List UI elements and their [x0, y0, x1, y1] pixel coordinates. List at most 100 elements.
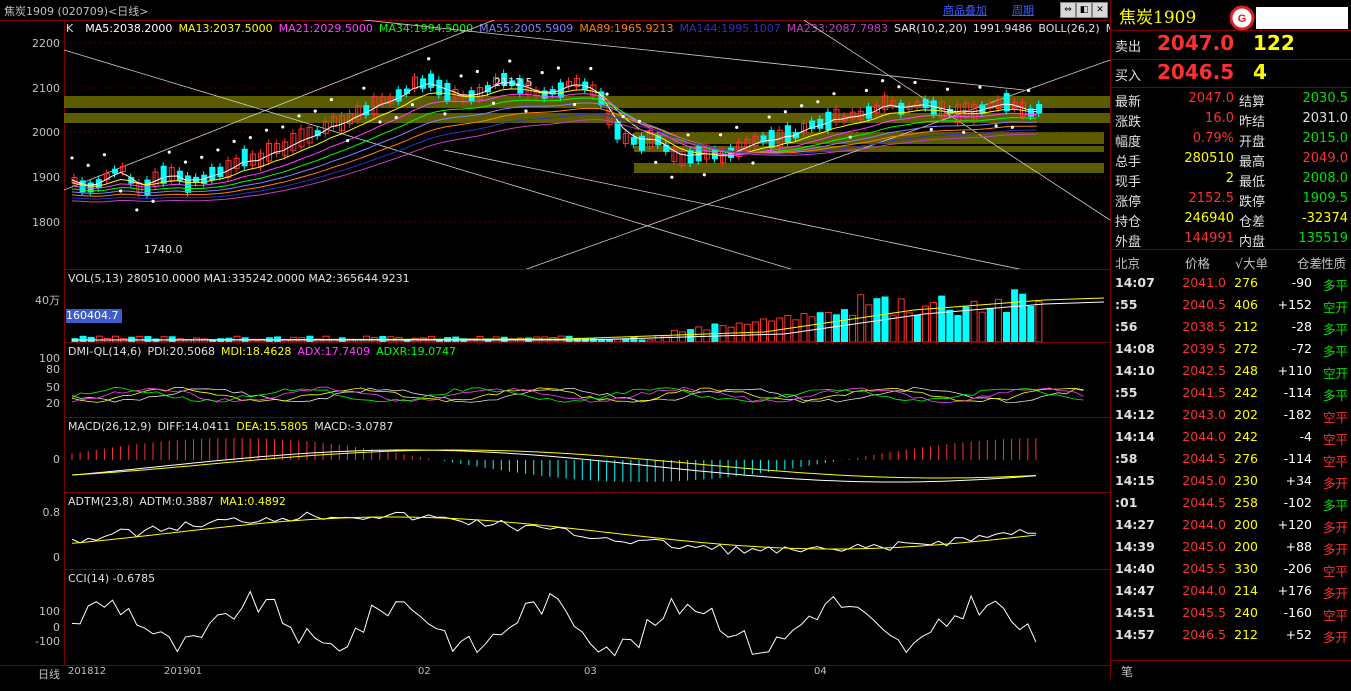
table-cell: 空平: [1322, 564, 1348, 579]
volume-bar: [970, 300, 978, 342]
volume-bar: [614, 338, 622, 342]
table-cell: -4: [1299, 429, 1312, 444]
minimize-icon[interactable]: ◧: [1076, 2, 1092, 18]
table-cell: 200: [1234, 539, 1258, 554]
quote-field: 总手: [1115, 155, 1142, 170]
table-cell: 240: [1234, 605, 1258, 620]
bid-volume: 4: [1253, 60, 1267, 84]
table-row: 14:10 2042.5 248 +110 空开: [1111, 360, 1351, 382]
volume-bar: [978, 311, 986, 342]
quote-row: 外盘 144991 内盘 135519: [1111, 229, 1351, 250]
table-cell: 2042.5: [1182, 363, 1226, 378]
ytick: -100: [35, 635, 60, 648]
low-annotation: 1740.0: [144, 243, 183, 256]
candle-body: [444, 82, 451, 101]
table-cell: 空开: [1322, 300, 1348, 315]
quote-field: -32374: [1301, 211, 1348, 226]
quote-field: 昨结: [1239, 115, 1266, 130]
quote-row: 涨跌 16.0 昨结 2031.0: [1111, 109, 1351, 130]
period-button[interactable]: 周期: [1012, 2, 1034, 18]
table-row: 14:57 2046.5 212 +52 多开: [1111, 624, 1351, 646]
candle-body: [112, 168, 119, 174]
table-cell: 14:57: [1115, 627, 1155, 642]
sar-dot: [119, 189, 123, 193]
price-pane[interactable]: K MA5:2038.2000 MA13:2037.5000 MA21:2029.50…: [64, 20, 1115, 270]
overlay-button[interactable]: 商品叠加: [943, 2, 987, 18]
table-cell: 14:15: [1115, 473, 1155, 488]
chart-area[interactable]: 2200 2100 2000 1900 1800 40万 160404.7 10…: [0, 20, 1115, 665]
cci-pane[interactable]: CCI(14) -0.6785: [64, 570, 1110, 664]
table-cell: 2044.0: [1182, 429, 1226, 444]
ytick: 80: [46, 363, 60, 376]
sar-dot: [945, 87, 950, 91]
adtm-ma-line: [71, 516, 1036, 550]
volume-bar: [792, 319, 800, 342]
sar-dot: [897, 85, 901, 89]
adtm-pane[interactable]: ADTM(23,8) ADTM:0.3887 MA1:0.4892: [64, 493, 1110, 570]
quote-field: 结算: [1239, 95, 1266, 110]
svg-text:G: G: [1238, 13, 1247, 25]
quote-field: 最新: [1115, 95, 1142, 110]
ticks-header-oi: 仓差: [1297, 256, 1323, 271]
candle-body: [768, 130, 775, 148]
volume-bar: [986, 307, 994, 342]
sar-dot: [135, 208, 139, 212]
table-cell: 14:51: [1115, 605, 1155, 620]
sar-dot: [216, 148, 220, 152]
close-icon[interactable]: ✕: [1092, 2, 1108, 18]
volume-bar: [832, 314, 840, 342]
table-cell: 2046.5: [1182, 627, 1226, 642]
volume-pane[interactable]: VOL(5,13) 280510.0000 MA1:335242.0000 MA…: [64, 270, 1110, 343]
table-cell: -28: [1291, 319, 1312, 334]
table-cell: 230: [1234, 473, 1258, 488]
sar-dot: [816, 100, 820, 104]
bid-price: 2046.5: [1157, 60, 1235, 84]
sar-dot: [881, 79, 885, 83]
table-cell: -114: [1283, 385, 1312, 400]
table-row: 14:51 2045.5 240 -160 空平: [1111, 602, 1351, 624]
quote-field: 涨停: [1115, 195, 1142, 210]
table-cell: -182: [1283, 407, 1312, 422]
ticks-header-volume[interactable]: √大单: [1235, 253, 1268, 272]
table-cell: 2043.0: [1182, 407, 1226, 422]
instrument-name: 焦炭1909: [1119, 8, 1197, 28]
table-cell: 14:39: [1115, 539, 1155, 554]
volume-bar: [760, 318, 767, 342]
tab-ticks[interactable]: 笔: [1121, 663, 1133, 680]
volume-bar: [727, 326, 735, 342]
sar-dot: [394, 115, 398, 120]
table-row: :56 2038.5 212 -28 多平: [1111, 316, 1351, 338]
table-row: 14:15 2045.0 230 +34 多开: [1111, 470, 1351, 492]
volume-bar: [606, 339, 614, 342]
table-cell: 多开: [1322, 586, 1348, 601]
sar-dot: [864, 88, 869, 93]
ytick: 0: [53, 453, 60, 466]
trend-line: [363, 20, 1025, 91]
ticks-header-time: 北京: [1115, 256, 1141, 271]
volume-bar: [865, 304, 873, 342]
dea-line: [71, 449, 1036, 479]
sar-dot: [200, 155, 204, 159]
quote-panel: 焦炭1909 G 卖出 2047.0 122 买入 2046.5 4 最新 204…: [1110, 0, 1351, 680]
sar-dot: [1026, 88, 1031, 93]
table-row: :58 2044.5 276 -114 空平: [1111, 448, 1351, 470]
quote-field: 2008.0: [1302, 171, 1349, 186]
quote-title: 焦炭1909 G: [1111, 0, 1351, 31]
quote-field: 最高: [1239, 155, 1266, 170]
volume-bar: [144, 336, 152, 342]
table-cell: 272: [1234, 341, 1258, 356]
macd-pane[interactable]: MACD(26,12,9) DIFF:14.0411 DEA:15.5805 MACD…: [64, 418, 1110, 493]
table-cell: 2045.5: [1182, 561, 1226, 576]
bid-label: 买入: [1115, 69, 1142, 84]
volume-bar: [662, 335, 670, 342]
dmi-pane[interactable]: DMI-QL(14,6) PDI:20.5068 MDI:18.4628 ADX:17…: [64, 343, 1110, 418]
ytick: 100: [39, 605, 60, 618]
sar-dot: [281, 125, 285, 129]
restore-icon[interactable]: ⇔: [1060, 2, 1076, 18]
bollinger-band: [634, 163, 1104, 173]
cci-chart: [71, 590, 1037, 657]
table-cell: 330: [1234, 561, 1258, 576]
table-cell: 2038.5: [1182, 319, 1226, 334]
table-cell: +120: [1277, 517, 1312, 532]
table-cell: +34: [1285, 473, 1312, 488]
